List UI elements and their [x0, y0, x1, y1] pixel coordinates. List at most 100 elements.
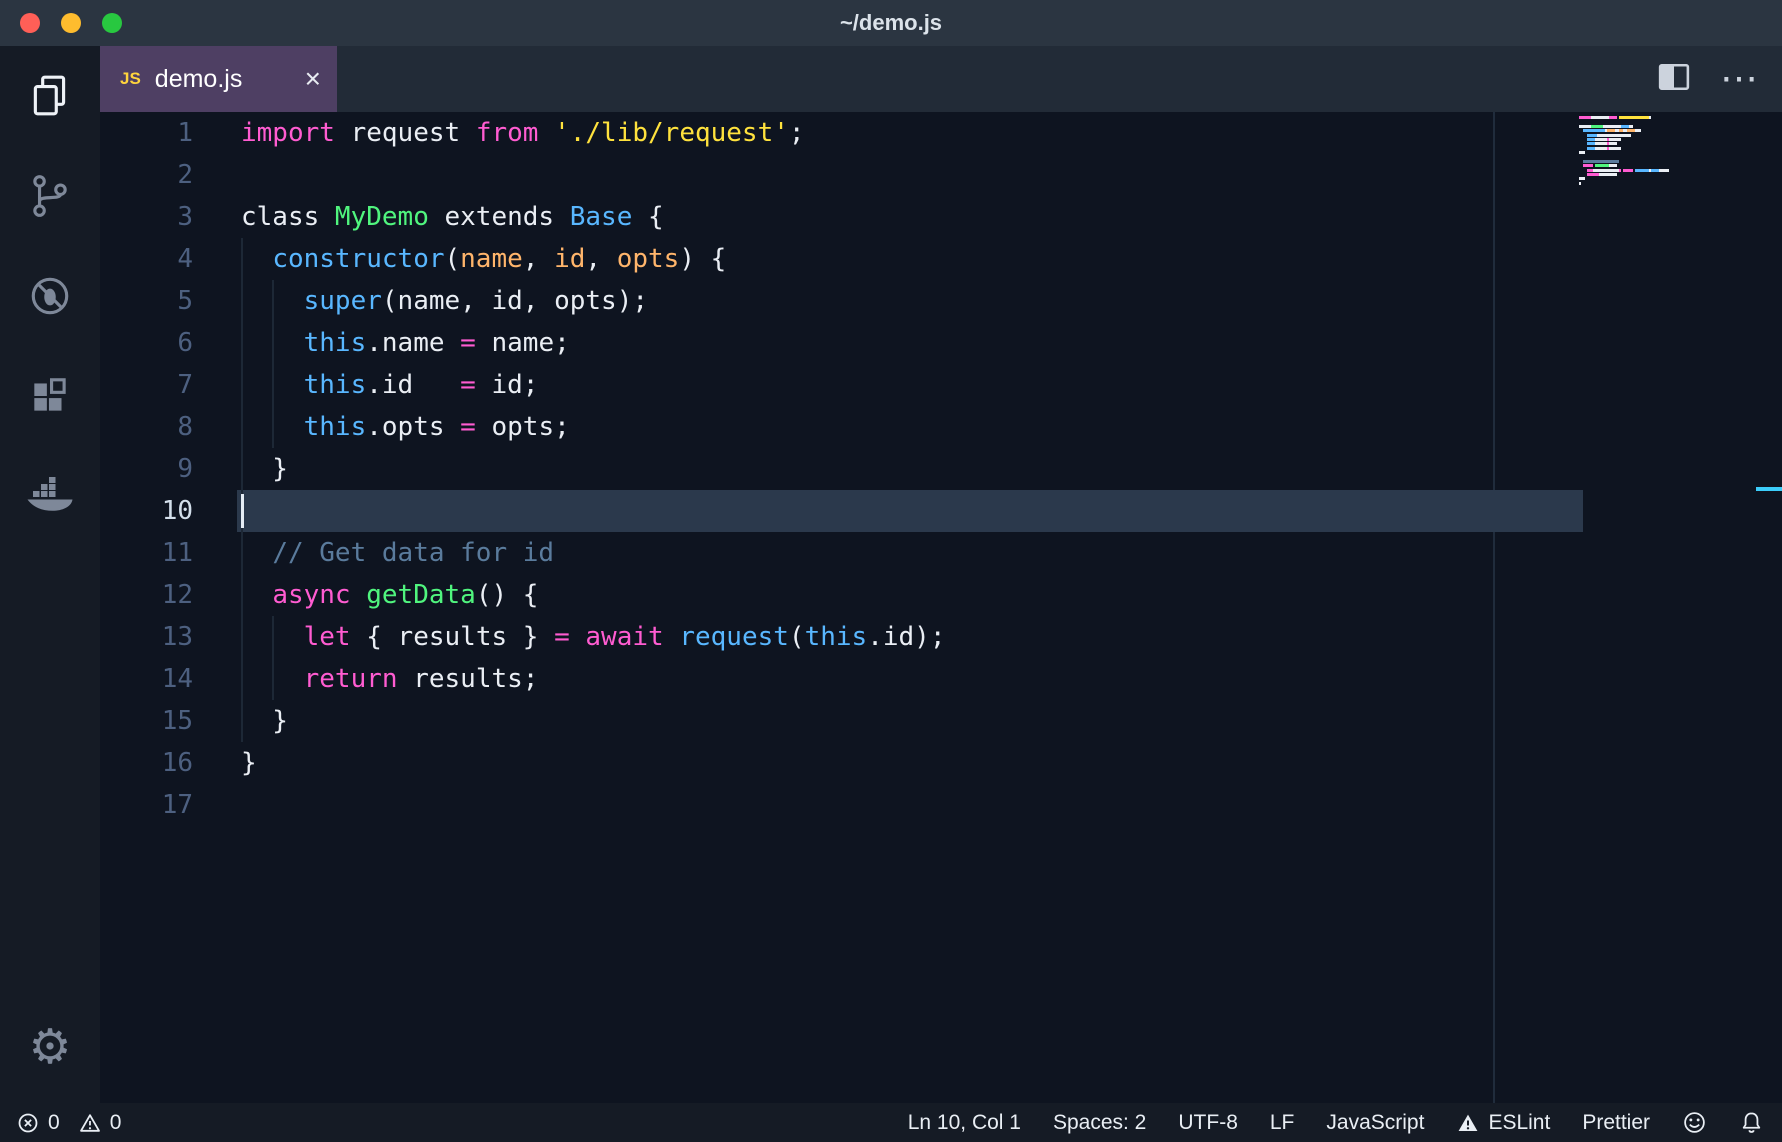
cursor-position-label: Ln 10, Col 1	[907, 1110, 1021, 1134]
code-line-text: import request from './lib/request';	[241, 118, 805, 148]
line-number[interactable]: 7	[100, 364, 193, 406]
settings-button[interactable]: ⚙	[0, 998, 100, 1098]
more-actions-icon[interactable]: ⋯	[1720, 60, 1758, 98]
code-line-text: constructor(name, id, opts) {	[272, 244, 727, 274]
warning-filled-icon	[1456, 1111, 1480, 1135]
language-mode[interactable]: JavaScript	[1326, 1111, 1424, 1135]
code-line[interactable]: 2	[100, 154, 1782, 196]
line-number[interactable]: 3	[100, 196, 193, 238]
feedback-smiley[interactable]	[1682, 1110, 1707, 1135]
gear-icon: ⚙	[28, 1021, 72, 1074]
status-bar: 00 Ln 10, Col 1 Spaces: 2 UTF-8 LF JavaScrip…	[0, 1103, 1782, 1142]
status-bar-right: Ln 10, Col 1 Spaces: 2 UTF-8 LF JavaScript ES…	[908, 1110, 1764, 1135]
code-line[interactable]: 12 async getData() {	[100, 574, 1782, 616]
code-line-text: return results;	[303, 664, 539, 694]
line-number[interactable]: 1	[100, 112, 193, 154]
code-line-text: let { results } = await request(this.id)…	[303, 622, 946, 652]
eslint-status-label: ESLint	[1488, 1110, 1551, 1134]
code-line[interactable]: 7 this.id = id;	[100, 364, 1782, 406]
notifications-bell[interactable]	[1739, 1110, 1764, 1135]
line-number[interactable]: 15	[100, 700, 193, 742]
error-circle-icon	[16, 1111, 40, 1135]
line-number[interactable]: 10	[100, 490, 193, 532]
line-number[interactable]: 2	[100, 154, 193, 196]
code-line-text: class MyDemo extends Base {	[241, 202, 664, 232]
prettier-status-label: Prettier	[1582, 1110, 1650, 1134]
code-line[interactable]: 4 constructor(name, id, opts) {	[100, 238, 1782, 280]
line-number[interactable]: 8	[100, 406, 193, 448]
javascript-file-icon: JS	[120, 69, 141, 88]
line-number[interactable]: 11	[100, 532, 193, 574]
titlebar: ~/demo.js	[0, 0, 1782, 46]
sidebar-item-source-control[interactable]	[0, 146, 100, 246]
smiley-icon	[1682, 1110, 1707, 1135]
code-line-text: }	[241, 454, 288, 484]
bell-icon	[1739, 1110, 1764, 1135]
close-tab-icon[interactable]: ×	[305, 65, 321, 93]
code-line[interactable]: 5 super(name, id, opts);	[100, 280, 1782, 322]
files-icon	[27, 73, 73, 119]
sidebar-item-explorer[interactable]	[0, 46, 100, 146]
vscode-window: ~/demo.js ⚙ JS demo.js × ⋯ 1 import requ…	[0, 0, 1782, 1142]
code-line[interactable]: 16}	[100, 742, 1782, 784]
tab-label: demo.js	[154, 64, 243, 93]
end-of-line[interactable]: LF	[1270, 1111, 1295, 1135]
tab-demo-js[interactable]: JS demo.js ×	[100, 46, 337, 112]
code-line[interactable]: 1 import request from './lib/request';	[100, 112, 1782, 154]
end-of-line-label: LF	[1269, 1110, 1295, 1134]
line-number[interactable]: 5	[100, 280, 193, 322]
line-number[interactable]: 12	[100, 574, 193, 616]
minimap[interactable]	[1579, 116, 1689, 191]
activity-bar: ⚙	[0, 46, 100, 1103]
window-title: ~/demo.js	[839, 10, 943, 35]
line-number[interactable]: 13	[100, 616, 193, 658]
code-line[interactable]: 3 class MyDemo extends Base {	[100, 196, 1782, 238]
warning-count[interactable]: 0	[78, 1111, 121, 1135]
git-branch-icon	[27, 173, 73, 219]
close-window-button[interactable]	[20, 13, 40, 33]
code-line-text: this.name = name;	[303, 328, 570, 358]
line-number[interactable]: 14	[100, 658, 193, 700]
code-line[interactable]: 6 this.name = name;	[100, 322, 1782, 364]
code-line-text: }	[241, 748, 257, 778]
traffic-lights	[20, 0, 122, 46]
sidebar-item-debug[interactable]	[0, 246, 100, 346]
status-bar-left: 00	[16, 1111, 121, 1135]
error-count[interactable]: 0	[16, 1111, 60, 1135]
cursor-position[interactable]: Ln 10, Col 1	[908, 1111, 1021, 1135]
encoding[interactable]: UTF-8	[1178, 1111, 1238, 1135]
indentation-label: Spaces: 2	[1052, 1110, 1147, 1134]
line-number[interactable]: 4	[100, 238, 193, 280]
line-number[interactable]: 6	[100, 322, 193, 364]
line-number[interactable]: 9	[100, 448, 193, 490]
code-line[interactable]: 17	[100, 784, 1782, 826]
code-line[interactable]: 8 this.opts = opts;	[100, 406, 1782, 448]
code-line[interactable]: 15 }	[100, 700, 1782, 742]
text-cursor	[241, 494, 244, 528]
bug-slash-icon	[27, 273, 73, 319]
line-number[interactable]: 17	[100, 784, 193, 826]
prettier-status[interactable]: Prettier	[1582, 1111, 1650, 1135]
code-line-text: this.id = id;	[303, 370, 539, 400]
code-line[interactable]: 14 return results;	[100, 658, 1782, 700]
eslint-status[interactable]: ESLint	[1456, 1111, 1550, 1135]
code-line-text: async getData() {	[272, 580, 539, 610]
code-line[interactable]: 9 }	[100, 448, 1782, 490]
code-editor[interactable]: 1 import request from './lib/request'; 2 3 c…	[100, 112, 1782, 1103]
code-line[interactable]: 13 let { results } = await request(this.…	[100, 616, 1782, 658]
minimize-window-button[interactable]	[61, 13, 81, 33]
error-count-label: 0	[48, 1110, 60, 1134]
line-number[interactable]: 16	[100, 742, 193, 784]
code-line-text: super(name, id, opts);	[303, 286, 649, 316]
docker-whale-icon	[25, 475, 75, 517]
indentation[interactable]: Spaces: 2	[1053, 1111, 1146, 1135]
current-line-highlight	[237, 490, 1583, 532]
code-line[interactable]: 10	[100, 490, 1782, 532]
encoding-label: UTF-8	[1178, 1110, 1238, 1134]
sidebar-item-docker[interactable]	[0, 446, 100, 546]
overview-ruler-cursor-mark	[1756, 487, 1782, 491]
sidebar-item-extensions[interactable]	[0, 346, 100, 446]
code-line[interactable]: 11 // Get data for id	[100, 532, 1782, 574]
zoom-window-button[interactable]	[102, 13, 122, 33]
split-editor-icon[interactable]	[1658, 63, 1690, 96]
